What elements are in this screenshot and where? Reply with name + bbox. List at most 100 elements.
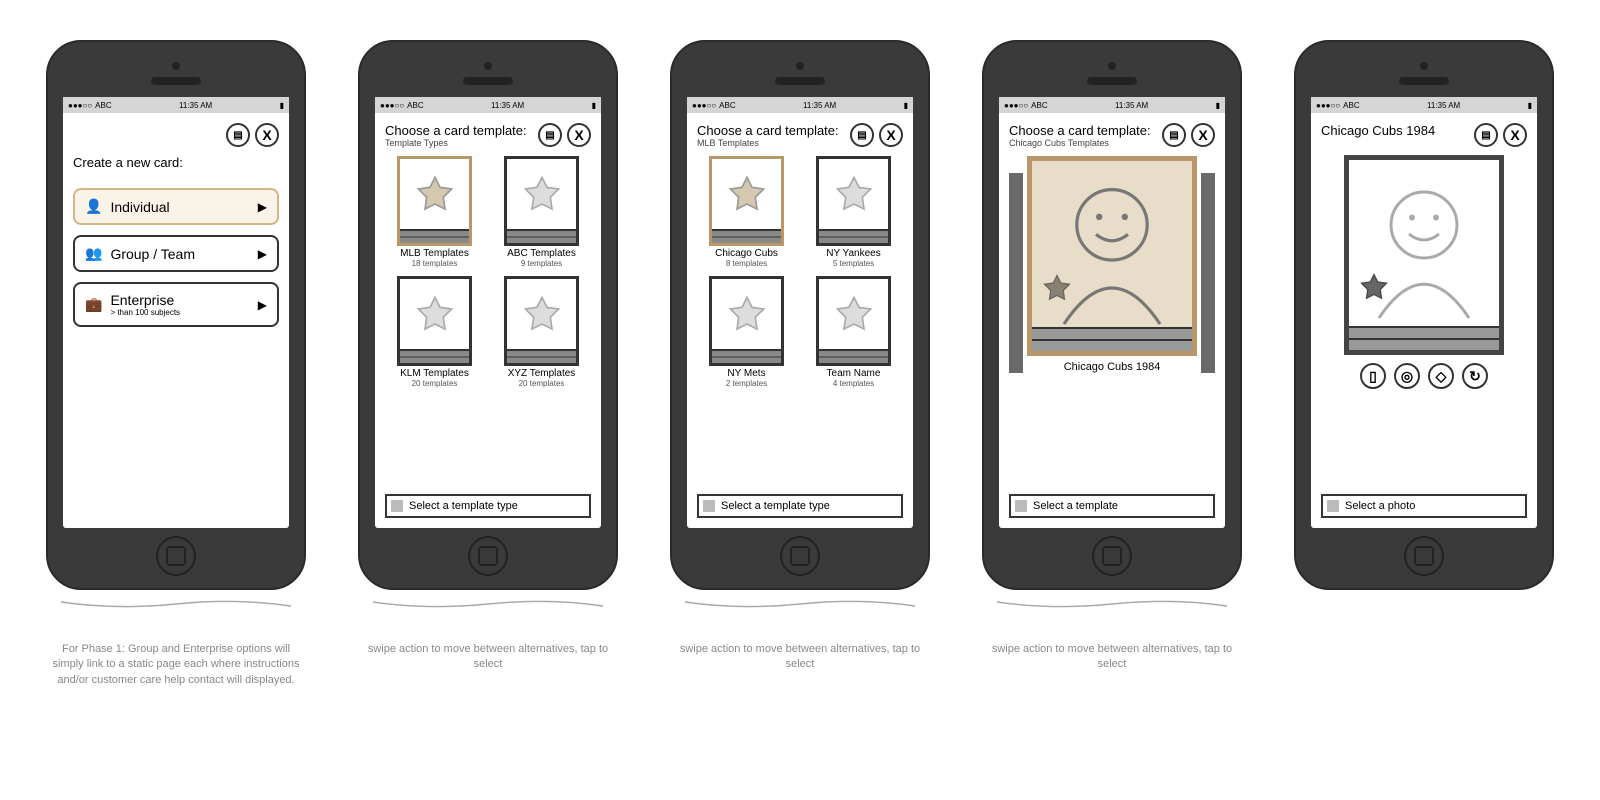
select-template-type-button[interactable]: Select a template type: [697, 494, 903, 518]
swipe-neighbor-left[interactable]: [1009, 173, 1023, 373]
status-time: 11:35 AM: [1427, 101, 1460, 110]
home-button[interactable]: [156, 536, 196, 576]
curly-brace: [368, 598, 608, 614]
home-button[interactable]: [1404, 536, 1444, 576]
play-icon: ▶: [258, 298, 267, 312]
template-mlb[interactable]: MLB Templates 18 templates: [385, 156, 484, 268]
refresh-icon[interactable]: ↻: [1462, 363, 1488, 389]
close-icon[interactable]: X: [1191, 123, 1215, 147]
individual-option[interactable]: 👤 Individual ▶: [73, 188, 279, 225]
enterprise-sublabel: > than 100 subjects: [110, 308, 180, 317]
status-time: 11:35 AM: [803, 101, 836, 110]
star-icon: [1359, 272, 1389, 302]
tag-icon[interactable]: ◇: [1428, 363, 1454, 389]
template-label: KLM Templates: [400, 368, 469, 379]
template-count: 4 templates: [833, 379, 874, 388]
close-icon[interactable]: X: [879, 123, 903, 147]
play-icon: ▶: [258, 247, 267, 261]
phone-speaker: [1087, 77, 1137, 85]
card-icon[interactable]: ▤: [1162, 123, 1186, 147]
square-icon: [391, 500, 403, 512]
signal-dots: ●●●○○: [692, 101, 716, 110]
signal-dots: ●●●○○: [380, 101, 404, 110]
select-photo-button[interactable]: Select a photo: [1321, 494, 1527, 518]
template-mets[interactable]: NY Mets 2 templates: [697, 276, 796, 388]
battery-icon: ▮: [280, 101, 284, 110]
group-label: Group / Team: [110, 246, 195, 262]
screen-subtitle: Chicago Cubs Templates: [1009, 138, 1151, 148]
group-option[interactable]: 👥 Group / Team ▶: [73, 235, 279, 272]
battery-icon: ▮: [1216, 101, 1220, 110]
template-label: Team Name: [827, 368, 881, 379]
phone-frame: ●●●○○ ABC 11:35 AM ▮ Choose a card templ…: [358, 40, 618, 590]
card-icon[interactable]: ▤: [850, 123, 874, 147]
template-label: MLB Templates: [400, 248, 469, 259]
signal-dots: ●●●○○: [1316, 101, 1340, 110]
gallery-icon[interactable]: ▯: [1360, 363, 1386, 389]
phone-frame: ●●●○○ ABC 11:35 AM ▮ ▤ X Create a new ca…: [46, 40, 306, 590]
carrier-label: ABC: [719, 101, 735, 110]
wireframe-screen-1: ●●●○○ ABC 11:35 AM ▮ ▤ X Create a new ca…: [31, 40, 321, 688]
screen-title: Chicago Cubs 1984: [1321, 123, 1435, 138]
template-cubs[interactable]: Chicago Cubs 8 templates: [697, 156, 796, 268]
status-bar: ●●●○○ ABC 11:35 AM ▮: [1311, 97, 1537, 113]
template-count: 5 templates: [833, 259, 874, 268]
carrier-label: ABC: [1343, 101, 1359, 110]
home-button[interactable]: [1092, 536, 1132, 576]
template-yankees[interactable]: NY Yankees 5 templates: [804, 156, 903, 268]
close-icon[interactable]: X: [1503, 123, 1527, 147]
card-icon[interactable]: ▤: [226, 123, 250, 147]
status-time: 11:35 AM: [1115, 101, 1148, 110]
square-icon: [703, 500, 715, 512]
annotation-text: For Phase 1: Group and Enterprise option…: [46, 642, 306, 688]
template-label: XYZ Templates: [508, 368, 576, 379]
close-icon[interactable]: X: [567, 123, 591, 147]
template-count: 8 templates: [726, 259, 767, 268]
card-icon[interactable]: ▤: [538, 123, 562, 147]
wireframe-screen-4: ●●●○○ ABC 11:35 AM ▮ Choose a card templ…: [967, 40, 1257, 673]
template-preview[interactable]: [1027, 156, 1197, 356]
enterprise-option[interactable]: 💼 Enterprise > than 100 subjects ▶: [73, 282, 279, 327]
screen-subtitle: MLB Templates: [697, 138, 839, 148]
home-button[interactable]: [468, 536, 508, 576]
template-team[interactable]: Team Name 4 templates: [804, 276, 903, 388]
template-count: 20 templates: [412, 379, 458, 388]
battery-icon: ▮: [904, 101, 908, 110]
star-icon: [727, 294, 767, 334]
star-icon: [522, 294, 562, 334]
phone-speaker: [463, 77, 513, 85]
wireframe-screen-3: ●●●○○ ABC 11:35 AM ▮ Choose a card templ…: [655, 40, 945, 673]
wireframe-screen-5: ●●●○○ ABC 11:35 AM ▮ Chicago Cubs 1984 ▤…: [1279, 40, 1569, 590]
home-button[interactable]: [780, 536, 820, 576]
select-template-button[interactable]: Select a template: [1009, 494, 1215, 518]
camera-icon[interactable]: ◎: [1394, 363, 1420, 389]
card-icon[interactable]: ▤: [1474, 123, 1498, 147]
curly-brace: [56, 598, 296, 614]
phone-speaker: [1399, 77, 1449, 85]
annotation-text: swipe action to move between alternative…: [358, 642, 618, 673]
template-preview[interactable]: [1344, 155, 1504, 355]
star-icon: [415, 294, 455, 334]
close-icon[interactable]: X: [255, 123, 279, 147]
template-label: NY Yankees: [826, 248, 880, 259]
button-label: Select a photo: [1345, 500, 1415, 512]
template-count: 20 templates: [519, 379, 565, 388]
template-xyz[interactable]: XYZ Templates 20 templates: [492, 276, 591, 388]
swipe-neighbor-right[interactable]: [1201, 173, 1215, 373]
select-template-type-button[interactable]: Select a template type: [385, 494, 591, 518]
annotation-text: swipe action to move between alternative…: [982, 642, 1242, 673]
individual-label: Individual: [110, 199, 169, 215]
curly-brace: [992, 598, 1232, 614]
template-abc[interactable]: ABC Templates 9 templates: [492, 156, 591, 268]
play-icon: ▶: [258, 200, 267, 214]
status-bar: ●●●○○ ABC 11:35 AM ▮: [375, 97, 601, 113]
template-label: NY Mets: [727, 368, 765, 379]
phone-frame: ●●●○○ ABC 11:35 AM ▮ Choose a card templ…: [982, 40, 1242, 590]
template-klm[interactable]: KLM Templates 20 templates: [385, 276, 484, 388]
square-icon: [1327, 500, 1339, 512]
status-bar: ●●●○○ ABC 11:35 AM ▮: [687, 97, 913, 113]
phone-frame: ●●●○○ ABC 11:35 AM ▮ Choose a card templ…: [670, 40, 930, 590]
status-bar: ●●●○○ ABC 11:35 AM ▮: [63, 97, 289, 113]
star-icon: [415, 174, 455, 214]
phone-screen: ●●●○○ ABC 11:35 AM ▮ Choose a card templ…: [687, 97, 913, 528]
